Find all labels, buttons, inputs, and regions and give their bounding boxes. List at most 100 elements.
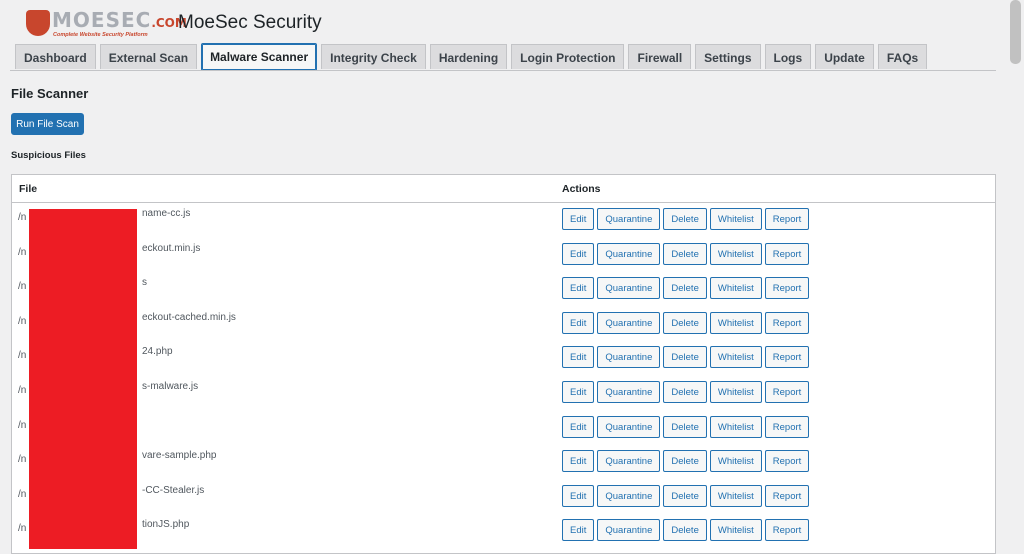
suspicious-files-heading: Suspicious Files xyxy=(11,150,86,161)
table-body: /n name-cc.js Edit Quarantine Delete Whitelis… xyxy=(12,203,995,549)
table-row: /n eckout-cached.min.js Edit Quarantine Dele… xyxy=(12,307,995,342)
delete-button[interactable]: Delete xyxy=(663,519,707,542)
file-path-suffix: 24.php xyxy=(142,346,173,358)
report-button[interactable]: Report xyxy=(764,415,810,438)
delete-button[interactable]: Delete xyxy=(663,346,707,369)
quarantine-button[interactable]: Quarantine xyxy=(597,450,661,473)
edit-button[interactable]: Edit xyxy=(562,484,595,507)
quarantine-button[interactable]: Quarantine xyxy=(597,346,661,369)
tab-malware-scanner[interactable]: Malware Scanner xyxy=(201,43,318,71)
edit-button[interactable]: Edit xyxy=(562,208,595,230)
tab-dashboard[interactable]: Dashboard xyxy=(15,44,96,69)
quarantine-button[interactable]: Quarantine xyxy=(597,484,661,507)
redaction-block xyxy=(29,209,137,549)
file-path-prefix: /n xyxy=(18,315,27,327)
table-row: /n -CC-Stealer.js Edit Quarantine Delete Whit… xyxy=(12,480,995,515)
tab-external-scan[interactable]: External Scan xyxy=(99,44,198,69)
whitelist-button[interactable]: Whitelist xyxy=(709,242,762,265)
tab-faqs[interactable]: FAQs xyxy=(877,44,928,69)
edit-button[interactable]: Edit xyxy=(562,519,595,542)
whitelist-button[interactable]: Whitelist xyxy=(709,415,762,438)
report-button[interactable]: Report xyxy=(764,277,810,300)
delete-button[interactable]: Delete xyxy=(663,208,707,230)
file-path-suffix: s xyxy=(142,277,147,289)
file-path-suffix: s-malware.js xyxy=(142,380,199,392)
run-file-scan-button[interactable]: Run File Scan xyxy=(11,113,84,135)
quarantine-button[interactable]: Quarantine xyxy=(597,380,661,403)
whitelist-button[interactable]: Whitelist xyxy=(709,311,762,334)
column-header-actions: Actions xyxy=(562,183,601,195)
row-actions: Edit Quarantine Delete Whitelist Report xyxy=(562,519,810,542)
row-actions: Edit Quarantine Delete Whitelist Report xyxy=(562,242,810,265)
whitelist-button[interactable]: Whitelist xyxy=(709,208,762,230)
tab-login-protection[interactable]: Login Protection xyxy=(511,44,625,69)
quarantine-button[interactable]: Quarantine xyxy=(597,519,661,542)
whitelist-button[interactable]: Whitelist xyxy=(709,380,762,403)
edit-button[interactable]: Edit xyxy=(562,450,595,473)
edit-button[interactable]: Edit xyxy=(562,415,595,438)
edit-button[interactable]: Edit xyxy=(562,380,595,403)
row-actions: Edit Quarantine Delete Whitelist Report xyxy=(562,380,810,403)
delete-button[interactable]: Delete xyxy=(663,380,707,403)
file-path-suffix: tionJS.php xyxy=(142,519,190,531)
tab-integrity-check[interactable]: Integrity Check xyxy=(321,44,426,69)
tab-logs[interactable]: Logs xyxy=(764,44,812,69)
delete-button[interactable]: Delete xyxy=(663,450,707,473)
file-path-suffix: eckout-cached.min.js xyxy=(142,311,236,323)
scrollbar-thumb[interactable] xyxy=(1010,0,1021,64)
scrollbar[interactable] xyxy=(1007,0,1024,544)
report-button[interactable]: Report xyxy=(764,242,810,265)
file-path-suffix: eckout.min.js xyxy=(142,242,201,254)
file-path-prefix: /n xyxy=(18,523,27,535)
tab-divider xyxy=(10,70,996,71)
edit-button[interactable]: Edit xyxy=(562,277,595,300)
quarantine-button[interactable]: Quarantine xyxy=(597,208,661,230)
file-path-prefix: /n xyxy=(18,350,27,362)
edit-button[interactable]: Edit xyxy=(562,346,595,369)
delete-button[interactable]: Delete xyxy=(663,415,707,438)
logo-tagline: Complete Website Security Platform xyxy=(53,32,148,38)
row-actions: Edit Quarantine Delete Whitelist Report xyxy=(562,484,810,507)
quarantine-button[interactable]: Quarantine xyxy=(597,311,661,334)
file-path-prefix: /n xyxy=(18,488,27,500)
report-button[interactable]: Report xyxy=(764,208,810,230)
report-button[interactable]: Report xyxy=(764,380,810,403)
delete-button[interactable]: Delete xyxy=(663,311,707,334)
quarantine-button[interactable]: Quarantine xyxy=(597,415,661,438)
report-button[interactable]: Report xyxy=(764,450,810,473)
whitelist-button[interactable]: Whitelist xyxy=(709,484,762,507)
quarantine-button[interactable]: Quarantine xyxy=(597,242,661,265)
whitelist-button[interactable]: Whitelist xyxy=(709,346,762,369)
table-row: /n name-cc.js Edit Quarantine Delete Whitelis… xyxy=(12,203,995,238)
edit-button[interactable]: Edit xyxy=(562,242,595,265)
table-row: /n Edit Quarantine Delete Whitelist Report xyxy=(12,411,995,446)
app-title: MoeSec Security xyxy=(178,12,322,33)
delete-button[interactable]: Delete xyxy=(663,242,707,265)
nav-tabs: Dashboard External Scan Malware Scanner … xyxy=(15,43,928,71)
delete-button[interactable]: Delete xyxy=(663,484,707,507)
tab-hardening[interactable]: Hardening xyxy=(429,44,508,69)
file-path-prefix: /n xyxy=(18,212,27,223)
quarantine-button[interactable]: Quarantine xyxy=(597,277,661,300)
column-header-file: File xyxy=(19,183,38,195)
shield-logo-icon xyxy=(26,10,50,36)
whitelist-button[interactable]: Whitelist xyxy=(709,277,762,300)
report-button[interactable]: Report xyxy=(764,311,810,334)
table-row: /n s Edit Quarantine Delete Whitelist Report xyxy=(12,272,995,307)
row-actions: Edit Quarantine Delete Whitelist Report xyxy=(562,346,810,369)
delete-button[interactable]: Delete xyxy=(663,277,707,300)
section-title: File Scanner xyxy=(11,86,89,101)
report-button[interactable]: Report xyxy=(764,519,810,542)
suspicious-files-table: File Actions /n name-cc.js Edit Quarantine D… xyxy=(11,174,996,554)
report-button[interactable]: Report xyxy=(764,346,810,369)
file-path-prefix: /n xyxy=(18,246,27,258)
whitelist-button[interactable]: Whitelist xyxy=(709,450,762,473)
table-header: File Actions xyxy=(12,175,995,203)
report-button[interactable]: Report xyxy=(764,484,810,507)
row-actions: Edit Quarantine Delete Whitelist Report xyxy=(562,415,810,438)
tab-firewall[interactable]: Firewall xyxy=(628,44,692,69)
whitelist-button[interactable]: Whitelist xyxy=(709,519,762,542)
tab-update[interactable]: Update xyxy=(815,44,874,69)
edit-button[interactable]: Edit xyxy=(562,311,595,334)
tab-settings[interactable]: Settings xyxy=(695,44,761,69)
